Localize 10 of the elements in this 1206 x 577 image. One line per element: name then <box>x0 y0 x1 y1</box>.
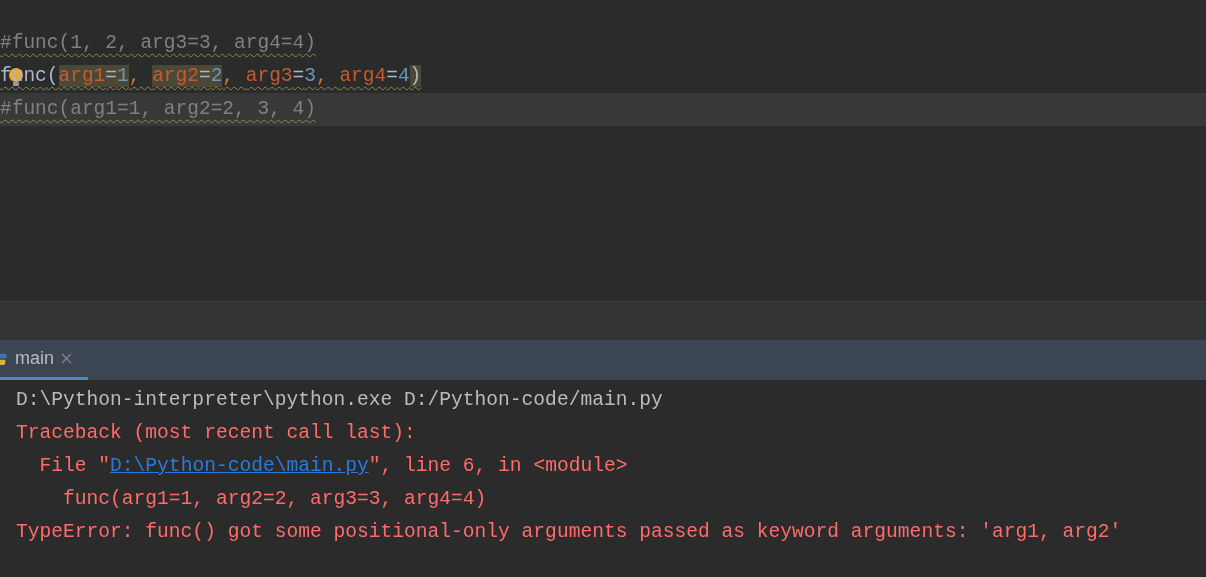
file-link[interactable]: D:\Python-code\main.py <box>110 455 369 477</box>
console-text: D:\Python-interpreter\python.exe D:/Python-code/main.py <box>16 389 663 411</box>
console-text: File " <box>38 455 111 477</box>
console-text: TypeError: func() got some positional-only arguments passed as keyword arguments: 'arg1, arg2' <box>16 521 1122 543</box>
console-text: ", line 6, in <module> <box>368 455 628 477</box>
console-text: Traceback (most recent call last): <box>16 422 416 444</box>
close-icon[interactable] <box>61 353 72 364</box>
code-line: #func(1, 2, arg3=3, arg4=4) <box>0 30 317 56</box>
console-text: func(arg1=1, arg2=2, arg3=3, arg4=4) <box>62 488 487 510</box>
run-tab[interactable]: main <box>0 340 88 380</box>
